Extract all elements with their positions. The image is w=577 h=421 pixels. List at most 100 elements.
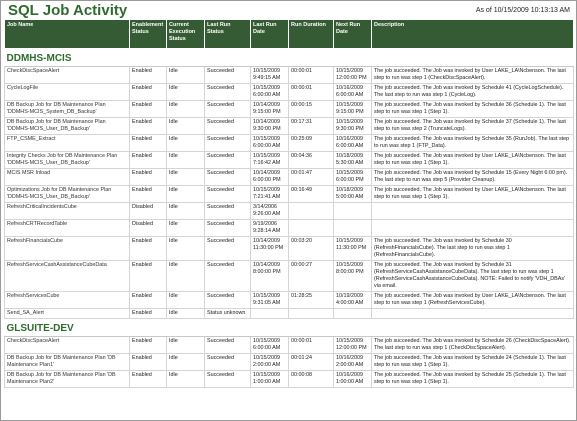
run-duration: 00:01:24 [288, 353, 334, 371]
enablement-status: Enabled [129, 291, 167, 309]
job-name: DB Backup Job for DB Maintenance Plan 'D… [4, 100, 130, 118]
last-run-status: Succeeded [204, 370, 251, 388]
job-description: The job succeeded. The Job was invoked b… [371, 151, 574, 169]
next-run-date: 10/16/2009 1:00:00 AM [333, 370, 372, 388]
last-run-status: Succeeded [204, 260, 251, 292]
run-duration: 00:00:01 [288, 83, 334, 101]
enablement-status: Enabled [129, 185, 167, 203]
job-description: The job succeeded. The Job was invoked b… [371, 117, 574, 135]
table-row: FTP_CSME_Extract Enabled Idle Succeeded 10/1… [4, 134, 574, 152]
enablement-status: Disabled [129, 202, 167, 220]
run-duration: 00:03:20 [288, 236, 334, 261]
job-description: The job succeeded. The Job was invoked b… [371, 100, 574, 118]
execution-status: Idle [166, 219, 205, 237]
last-run-status: Succeeded [204, 83, 251, 101]
job-name: DB Backup Job for DB Maintenance Plan 'D… [4, 353, 130, 371]
last-run-date: 10/15/2009 9:49:15 AM [250, 66, 289, 84]
enablement-status: Disabled [129, 219, 167, 237]
last-run-status: Succeeded [204, 219, 251, 237]
job-name: CycleLogFile [4, 83, 130, 101]
job-name: DB Backup Job for DB Maintenance Plan 'D… [4, 117, 130, 135]
job-description: The job succeeded. The Job was invoked b… [371, 134, 574, 152]
enablement-status: Enabled [129, 336, 167, 354]
table-row: DB Backup Job for DB Maintenance Plan 'D… [4, 117, 574, 135]
table-row: MCIS MSR Inload Enabled Idle Succeeded 10/14… [4, 168, 574, 186]
last-run-status: Succeeded [204, 291, 251, 309]
as-of-timestamp: As of 10/15/2009 10:13:13 AM [475, 7, 570, 14]
next-run-date: 10/15/2009 9:15:00 PM [333, 100, 372, 118]
table-row: RefreshCriticalIncidentsCube Disabled Idle… [4, 202, 574, 220]
job-description: The job succeeded. The Job was invoked b… [371, 83, 574, 101]
next-run-date: 10/16/2009 6:00:00 AM [333, 134, 372, 152]
job-name: DB Backup Job for DB Maintenance Plan 'D… [4, 370, 130, 388]
column-header: Last Run Status [204, 19, 251, 49]
execution-status: Idle [166, 308, 205, 319]
last-run-date: 10/15/2009 7:16:42 AM [250, 151, 289, 169]
job-description [371, 219, 574, 237]
job-name: RefreshCRTRecordTable [4, 219, 130, 237]
job-name: CheckDiscSpaceAlert [4, 66, 130, 84]
job-description: The job succeeded. The Job was invoked b… [371, 370, 574, 388]
job-description [371, 202, 574, 220]
job-name: Optimizations Job for DB Maintenance Pla… [4, 185, 130, 203]
job-description: The job succeeded. The Job was invoked b… [371, 336, 574, 354]
run-duration: 00:01:47 [288, 168, 334, 186]
table-row: DB Backup Job for DB Maintenance Plan 'D… [4, 353, 574, 371]
table-row: CycleLogFile Enabled Idle Succeeded 10/15/20… [4, 83, 574, 101]
run-duration: 00:25:09 [288, 134, 334, 152]
last-run-date: 10/15/2009 9:31:05 AM [250, 291, 289, 309]
column-header: Next Run Date [333, 19, 372, 49]
execution-status: Idle [166, 202, 205, 220]
run-duration: 00:16:49 [288, 185, 334, 203]
table-row: Optimizations Job for DB Maintenance Pla… [4, 185, 574, 203]
table-row: RefreshServiceCashAssistanceCubeData Enab… [4, 260, 574, 292]
job-name: FTP_CSME_Extract [4, 134, 130, 152]
run-duration: 00:00:15 [288, 100, 334, 118]
last-run-date: 3/14/2006 9:26:00 AM [250, 202, 289, 220]
next-run-date: 10/15/2009 9:30:00 PM [333, 117, 372, 135]
enablement-status: Enabled [129, 168, 167, 186]
run-duration: 00:00:01 [288, 336, 334, 354]
table-row: DB Backup Job for DB Maintenance Plan 'D… [4, 100, 574, 118]
next-run-date [333, 308, 372, 319]
next-run-date: 10/15/2009 11:30:00 PM [333, 236, 372, 261]
column-header: Enablement Status [129, 19, 167, 49]
execution-status: Idle [166, 260, 205, 292]
table-row: CheckDiscSpaceAlert Enabled Idle Succeeded 1… [4, 336, 574, 354]
last-run-status: Succeeded [204, 236, 251, 261]
table-row: RefreshCRTRecordTable Disabled Idle Succeed… [4, 219, 574, 237]
job-name: RefreshCriticalIncidentsCube [4, 202, 130, 220]
job-description: The job succeeded. The Job was invoked b… [371, 66, 574, 84]
last-run-status: Succeeded [204, 185, 251, 203]
table-row: Integrity Checks Job for DB Maintenance … [4, 151, 574, 169]
execution-status: Idle [166, 370, 205, 388]
enablement-status: Enabled [129, 66, 167, 84]
run-duration: 00:00:27 [288, 260, 334, 292]
last-run-status: Succeeded [204, 100, 251, 118]
job-name: RefreshServicesCube [4, 291, 130, 309]
next-run-date: 10/18/2009 5:30:00 AM [333, 151, 372, 169]
execution-status: Idle [166, 66, 205, 84]
last-run-date: 10/14/2009 9:15:00 PM [250, 100, 289, 118]
execution-status: Idle [166, 83, 205, 101]
job-description: The job succeeded. The Job was invoked b… [371, 291, 574, 309]
job-name: CheckDiscSpaceAlert [4, 336, 130, 354]
enablement-status: Enabled [129, 236, 167, 261]
next-run-date: 10/19/2009 4:00:00 AM [333, 291, 372, 309]
enablement-status: Enabled [129, 83, 167, 101]
enablement-status: Enabled [129, 353, 167, 371]
last-run-status: Succeeded [204, 353, 251, 371]
header-row: Job Name Enablement Status Current Execu… [4, 19, 574, 49]
column-header: Job Name [4, 19, 130, 49]
report-frame: SQL Job Activity As of 10/15/2009 10:13:… [0, 0, 577, 421]
run-duration [288, 219, 334, 237]
last-run-status: Succeeded [204, 336, 251, 354]
next-run-date: 10/15/2009 6:00:00 PM [333, 168, 372, 186]
execution-status: Idle [166, 185, 205, 203]
last-run-date: 10/15/2009 6:00:00 AM [250, 83, 289, 101]
page-title: SQL Job Activity [8, 2, 128, 19]
last-run-status: Succeeded [204, 117, 251, 135]
next-run-date [333, 202, 372, 220]
server-group-row: GLSUITE-DEV [4, 318, 574, 337]
column-header: Run Duration [288, 19, 334, 49]
